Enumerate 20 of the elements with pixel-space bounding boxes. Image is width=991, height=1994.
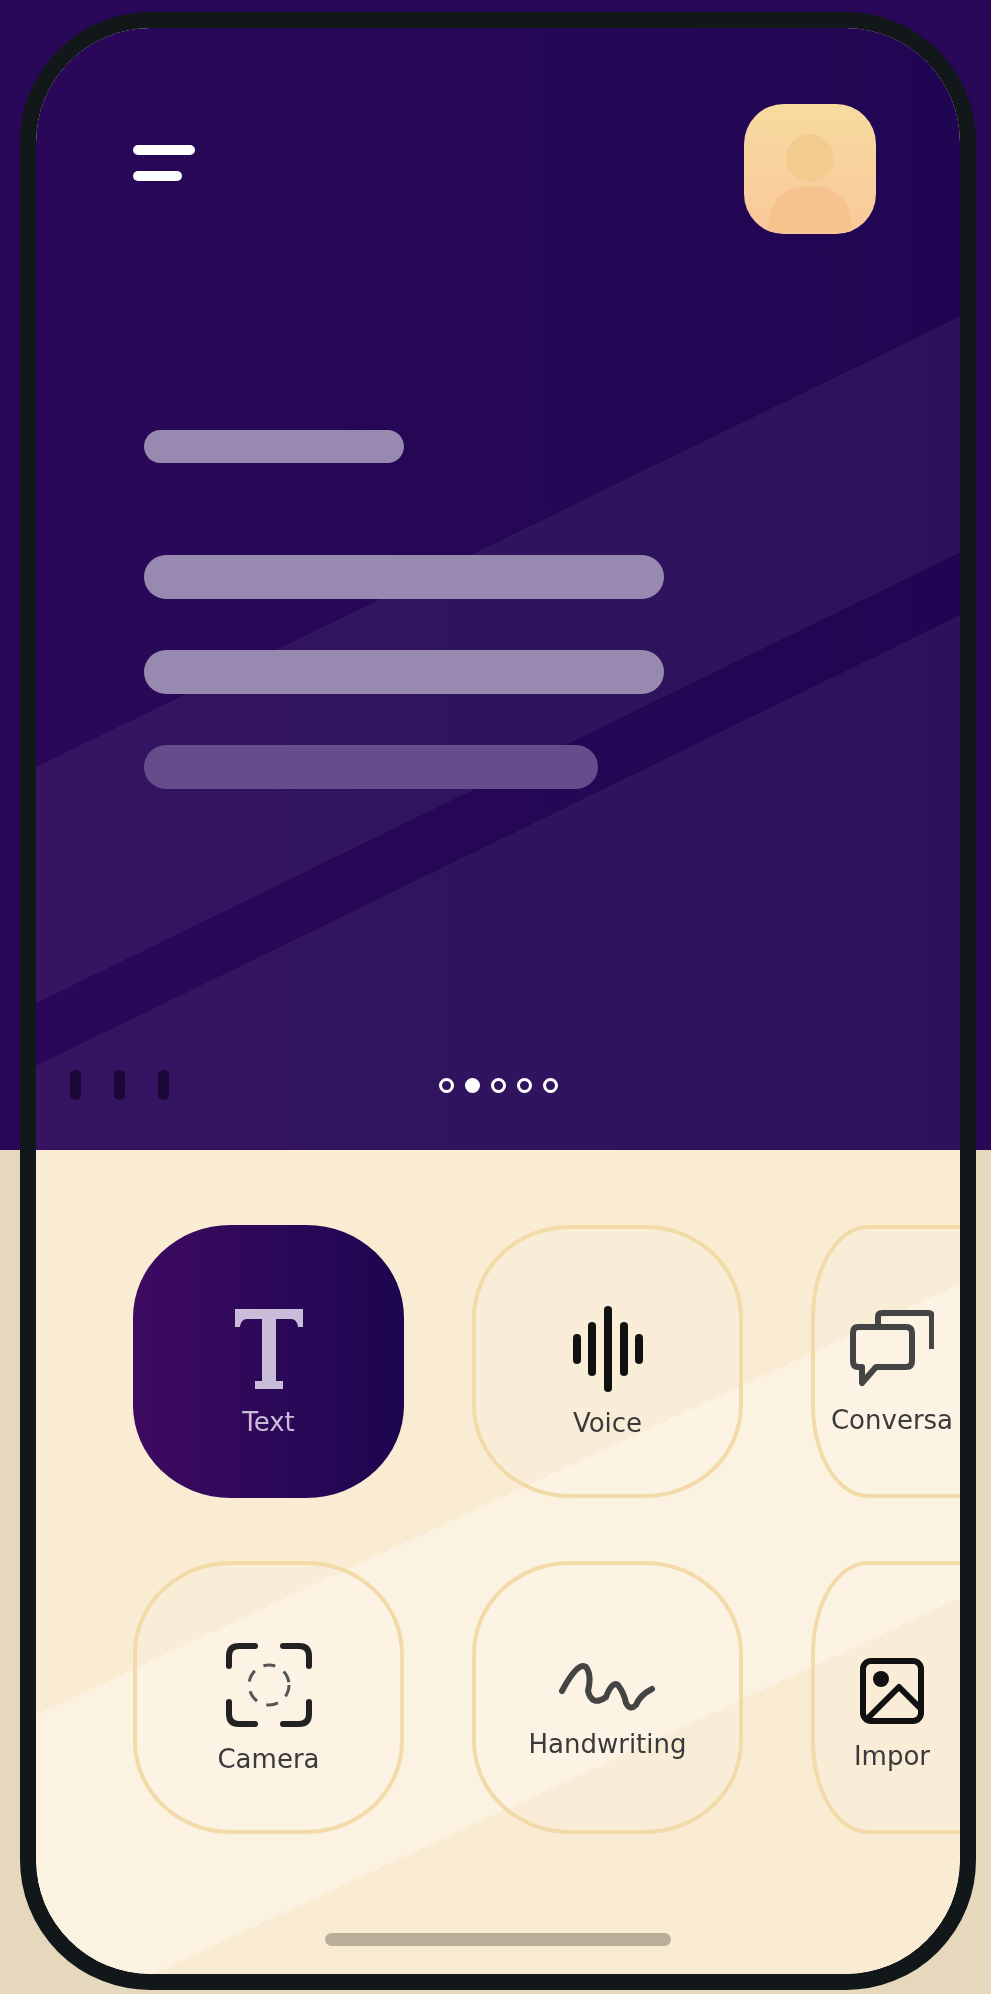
mode-tile[interactable]: Conversa xyxy=(811,1225,960,1498)
scan-frame-icon xyxy=(224,1641,313,1728)
carousel-dot[interactable] xyxy=(542,1077,558,1093)
chat-bubbles-icon xyxy=(850,1308,934,1389)
mode-tile[interactable]: Text xyxy=(133,1225,404,1498)
carousel-dot[interactable] xyxy=(516,1077,532,1093)
carousel-dot[interactable] xyxy=(490,1077,506,1093)
carousel-dot[interactable] xyxy=(464,1077,480,1093)
letter-t-icon xyxy=(232,1306,305,1391)
menu-icon[interactable] xyxy=(133,145,195,183)
mode-tile[interactable]: Impor xyxy=(811,1561,960,1834)
mode-tile[interactable]: Camera xyxy=(133,1561,404,1834)
mode-tile[interactable]: Handwriting xyxy=(472,1561,743,1834)
tick-mark xyxy=(158,1070,169,1100)
avatar-icon[interactable] xyxy=(744,104,876,234)
tick-mark xyxy=(114,1070,125,1100)
mode-tile[interactable]: Voice xyxy=(472,1225,743,1498)
tick-mark xyxy=(70,1070,81,1100)
carousel-dot[interactable] xyxy=(438,1077,454,1093)
sound-wave-icon xyxy=(571,1305,644,1392)
